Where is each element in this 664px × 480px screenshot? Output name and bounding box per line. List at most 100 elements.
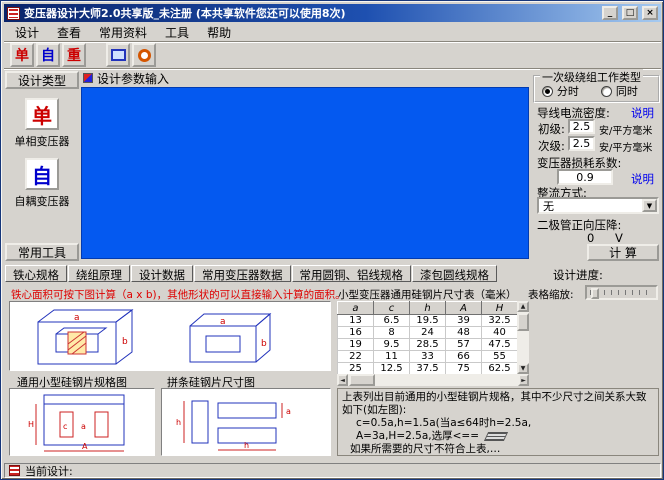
table-row[interactable]: 16 8 24 48 40 — [338, 327, 518, 339]
canvas-header: 设计参数输入 — [83, 71, 169, 85]
col-h: h — [410, 302, 446, 315]
cell: 28.5 — [410, 339, 446, 351]
core-size-table[interactable]: a c h A H 13 6.5 19.5 39 32.5 16 8 — [337, 301, 518, 375]
cell: 75 — [446, 363, 482, 375]
sidebar-item-single-phase[interactable]: 单 — [25, 98, 59, 130]
secondary-label: 次级: — [538, 138, 565, 154]
primary-density-input[interactable] — [568, 119, 595, 134]
menu-item-reference[interactable]: 常用资料 — [90, 22, 156, 43]
view-icon — [111, 49, 126, 61]
core-3d-diagram-panel: a b a b — [9, 301, 331, 371]
cell: 48 — [446, 327, 482, 339]
cell: 16 — [338, 327, 374, 339]
cell: 11 — [374, 351, 410, 363]
minimize-button[interactable]: _ — [602, 6, 618, 20]
note-formula-1: c=0.5a,h=1.5a(当a≤64时h=2.5a, — [356, 417, 654, 430]
cell: 8 — [374, 327, 410, 339]
status-bar: 当前设计: — [4, 463, 661, 478]
radio-time-share-label[interactable]: 分时 — [557, 85, 579, 98]
cell: 24 — [410, 327, 446, 339]
scroll-right-icon[interactable]: ► — [518, 374, 529, 386]
svg-text:H: H — [28, 420, 34, 429]
table-row[interactable]: 25 12.5 37.5 75 62.5 — [338, 363, 518, 375]
scroll-down-icon[interactable]: ▼ — [517, 363, 529, 374]
sidebar-item-single-phase-label: 单相变压器 — [15, 133, 70, 149]
toolbar-redesign-button[interactable]: 重 — [62, 43, 86, 67]
strip-dims-panel: h h a — [161, 388, 331, 456]
radio-simultaneous-dot[interactable] — [601, 86, 612, 97]
design-progress-label: 设计进度: — [553, 267, 603, 283]
toolbar-exit-button[interactable] — [132, 43, 156, 67]
app-icon — [7, 7, 20, 20]
tab-core-spec[interactable]: 铁心规格 — [5, 265, 67, 282]
menu-item-design[interactable]: 设计 — [6, 22, 48, 43]
radio-time-share[interactable]: 分时 — [542, 83, 579, 99]
col-c: c — [374, 302, 410, 315]
menu-item-help[interactable]: 帮助 — [198, 22, 240, 43]
radio-simultaneous-label[interactable]: 同时 — [616, 85, 638, 98]
canvas-label: 设计参数输入 — [97, 70, 169, 87]
svg-text:a: a — [81, 422, 86, 431]
core-note: 上表列出目前通用的小型硅钢片规格，其中不少尺寸之间关系大致如下(如左图): c=… — [337, 388, 659, 456]
scroll-left-icon[interactable]: ◄ — [337, 374, 348, 386]
sidebar-item-autotransformer[interactable]: 自 — [25, 158, 59, 190]
scroll-up-icon[interactable]: ▲ — [517, 301, 529, 312]
radio-simultaneous[interactable]: 同时 — [601, 83, 638, 99]
radio-time-share-dot[interactable] — [542, 86, 553, 97]
tab-winding-principle[interactable]: 绕组原理 — [68, 265, 130, 282]
status-label: 当前设计: — [25, 463, 73, 479]
cell: 13 — [338, 315, 374, 327]
table-row[interactable]: 13 6.5 19.5 39 32.5 — [338, 315, 518, 327]
cell: 40 — [482, 327, 518, 339]
tab-common-transformer-data[interactable]: 常用变压器数据 — [194, 265, 291, 282]
toolbar: 单 自 重 — [4, 42, 661, 69]
menu-bar: 设计 查看 常用资料 工具 帮助 — [4, 23, 661, 42]
svg-text:h: h — [176, 418, 181, 427]
tab-design-data[interactable]: 设计数据 — [131, 265, 193, 282]
status-doc-icon — [9, 465, 20, 476]
calculate-button[interactable]: 计 算 — [587, 244, 659, 261]
note-intro: 上表列出目前通用的小型硅钢片规格，其中不少尺寸之间关系大致如下(如左图): — [342, 391, 654, 417]
exit-icon — [138, 49, 151, 62]
title-bar: 变压器设计大师2.0共享版_未注册 (本共享软件您还可以使用8次) _ □ × — [4, 4, 661, 22]
svg-text:A: A — [82, 442, 88, 451]
tab-wire-spec[interactable]: 常用圆铜、铝线规格 — [292, 265, 412, 282]
cell: 47.5 — [482, 339, 518, 351]
hscroll-thumb[interactable] — [349, 374, 375, 386]
maximize-button[interactable]: □ — [622, 6, 638, 20]
table-vertical-scrollbar[interactable]: ▲ ▼ — [517, 301, 529, 374]
secondary-density-input[interactable] — [568, 136, 595, 151]
close-button[interactable]: × — [642, 6, 658, 20]
cell: 25 — [338, 363, 374, 375]
strip-dims-diagram: h h a — [162, 389, 330, 455]
core-area-hint: 铁心面积可按下图计算（a x b)，其他形状的可以直接输入计算的面积。 — [11, 287, 337, 302]
tab-enameled-wire-spec[interactable]: 漆包圆线规格 — [412, 265, 497, 282]
cell: 6.5 — [374, 315, 410, 327]
toolbar-single-phase-button[interactable]: 单 — [10, 43, 34, 67]
table-row[interactable]: 19 9.5 28.5 57 47.5 — [338, 339, 518, 351]
cell: 37.5 — [410, 363, 446, 375]
svg-text:a: a — [74, 313, 80, 323]
table-horizontal-scrollbar[interactable]: ◄ ► — [337, 374, 529, 386]
primary-label: 初级: — [538, 121, 565, 137]
rectifier-select[interactable]: 无 ▼ — [537, 197, 659, 214]
toolbar-autotransformer-button[interactable]: 自 — [36, 43, 60, 67]
table-zoom-label: 表格缩放: — [528, 287, 574, 302]
table-zoom-slider[interactable] — [585, 285, 658, 300]
col-a: a — [338, 302, 374, 315]
table-row[interactable]: 22 11 33 66 55 — [338, 351, 518, 363]
cell: 19 — [338, 339, 374, 351]
chevron-down-icon[interactable]: ▼ — [642, 199, 657, 212]
vscroll-thumb[interactable] — [517, 313, 529, 331]
sidebar-header-design-type[interactable]: 设计类型 — [5, 71, 79, 89]
toolbar-view-button[interactable] — [106, 43, 130, 67]
col-H: H — [482, 302, 518, 315]
sidebar-header-common-tools[interactable]: 常用工具 — [5, 243, 79, 261]
cell: 57 — [446, 339, 482, 351]
loss-factor-input[interactable] — [557, 169, 613, 185]
menu-item-tools[interactable]: 工具 — [156, 22, 198, 43]
loss-help-link[interactable]: 说明 — [631, 171, 654, 187]
menu-item-view[interactable]: 查看 — [48, 22, 90, 43]
slider-thumb[interactable] — [591, 288, 599, 299]
density-help-link[interactable]: 说明 — [631, 105, 654, 121]
